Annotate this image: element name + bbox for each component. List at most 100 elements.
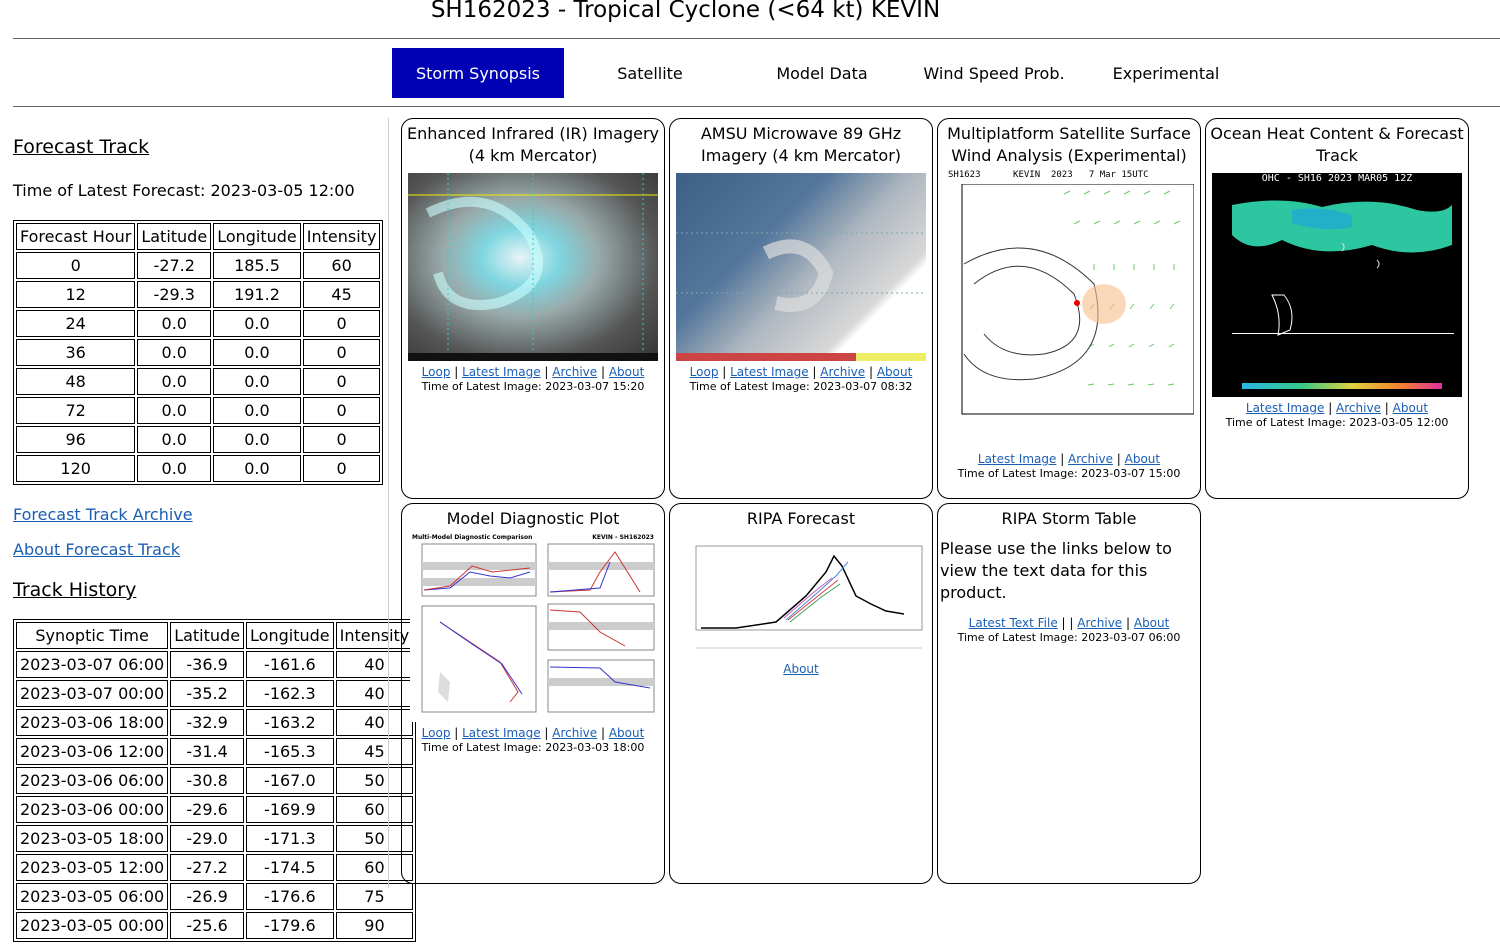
wind-image-header: SH1623 KEVIN 2023 7 Mar 15UTC [948, 170, 1149, 180]
nav-model-data[interactable]: Model Data [736, 48, 908, 98]
table-row: 2023-03-06 00:00 -29.6 -169.9 60 [16, 796, 414, 823]
table-cell: 191.2 [213, 281, 301, 308]
amsu-microwave-panel: AMSU Microwave 89 GHz Imagery (4 km Merc… [669, 118, 933, 499]
nav-storm-synopsis[interactable]: Storm Synopsis [392, 48, 564, 98]
ripa-table-description: Please use the links below to view the t… [940, 539, 1172, 602]
model-diagnostic-image[interactable]: Multi-Model Diagnostic Comparison KEVIN … [410, 534, 656, 722]
amsu-archive-link[interactable]: Archive [820, 365, 865, 379]
table-cell: -176.6 [246, 883, 334, 910]
table-row: 48 0.0 0.0 0 [16, 368, 381, 395]
about-forecast-link[interactable]: About Forecast Track [13, 540, 180, 559]
ohc-about-link[interactable]: About [1393, 401, 1428, 415]
forecast-track-heading: Forecast Track [13, 136, 150, 158]
model-about-link[interactable]: About [609, 726, 644, 740]
ir-links: Loop | Latest Image | Archive | About [421, 365, 645, 379]
model-latest-link[interactable]: Latest Image [462, 726, 540, 740]
table-row: 36 0.0 0.0 0 [16, 339, 381, 366]
table-cell: -25.6 [170, 912, 245, 939]
table-row: 120 0.0 0.0 0 [16, 455, 381, 482]
table-cell: 2023-03-05 06:00 [16, 883, 169, 910]
ohc-latest-link[interactable]: Latest Image [1246, 401, 1324, 415]
amsu-latest-link[interactable]: Latest Image [730, 365, 808, 379]
ocean-heat-content-image[interactable]: OHC - SH16 2023 MAR05 12Z [1212, 173, 1462, 397]
table-cell: 0 [302, 368, 381, 395]
ripa-links: About [670, 662, 932, 676]
surface-wind-image[interactable]: SH1623 KEVIN 2023 7 Mar 15UTC [944, 170, 1194, 448]
page-title: SH162023 - Tropical Cyclone (<64 kt) KEV… [430, 0, 941, 23]
table-cell: 0.0 [137, 310, 212, 337]
nav-experimental[interactable]: Experimental [1080, 48, 1252, 98]
table-cell: 2023-03-07 06:00 [16, 651, 169, 678]
table-cell: 0 [302, 455, 381, 482]
table-cell: 2023-03-05 00:00 [16, 912, 169, 939]
table-row: 2023-03-07 06:00 -36.9 -161.6 40 [16, 651, 414, 678]
table-row: 2023-03-05 18:00 -29.0 -171.3 50 [16, 825, 414, 852]
model-archive-link[interactable]: Archive [552, 726, 597, 740]
table-cell: 0 [16, 252, 136, 279]
model-image-header-left: Multi-Model Diagnostic Comparison [412, 534, 533, 541]
table-cell: 2023-03-06 00:00 [16, 796, 169, 823]
amsu-loop-link[interactable]: Loop [690, 365, 719, 379]
model-diagnostic-panel: Model Diagnostic Plot Multi-Model Diagno… [401, 503, 665, 884]
column-header: Intensity [302, 223, 381, 250]
ir-about-link[interactable]: About [609, 365, 644, 379]
ripa-storm-table-panel: RIPA Storm Table Please use the links be… [937, 503, 1201, 884]
column-header: Longitude [213, 223, 301, 250]
amsu-latest-time: Time of Latest Image: 2023-03-07 08:32 [689, 380, 913, 393]
table-cell: 12 [16, 281, 136, 308]
ir-latest-time: Time of Latest Image: 2023-03-07 15:20 [421, 380, 645, 393]
panel-title: RIPA Forecast [746, 509, 856, 528]
panel-title: Ocean Heat Content & Forecast Track [1210, 124, 1464, 165]
forecast-latest-time: Time of Latest Forecast: 2023-03-05 12:0… [13, 181, 355, 200]
wind-latest-time: Time of Latest Image: 2023-03-07 15:00 [957, 467, 1181, 480]
wind-about-link[interactable]: About [1125, 452, 1160, 466]
ripa-about-link[interactable]: About [783, 662, 818, 676]
ripa-table-about-link[interactable]: About [1134, 616, 1169, 630]
ohc-image-header: OHC - SH16 2023 MAR05 12Z [1261, 173, 1413, 184]
ohc-archive-link[interactable]: Archive [1336, 401, 1381, 415]
table-cell: 0.0 [213, 397, 301, 424]
column-header: Forecast Hour [16, 223, 136, 250]
table-cell: -26.9 [170, 883, 245, 910]
table-cell: -29.6 [170, 796, 245, 823]
nav-satellite[interactable]: Satellite [564, 48, 736, 98]
ohc-latest-time: Time of Latest Image: 2023-03-05 12:00 [1225, 416, 1449, 429]
table-cell: 120 [16, 455, 136, 482]
amsu-microwave-image[interactable] [676, 173, 926, 361]
table-cell: -27.2 [137, 252, 212, 279]
model-links: Loop | Latest Image | Archive | About [421, 726, 645, 740]
table-cell: 2023-03-06 06:00 [16, 767, 169, 794]
model-loop-link[interactable]: Loop [422, 726, 451, 740]
amsu-about-link[interactable]: About [877, 365, 912, 379]
table-cell: 0.0 [137, 426, 212, 453]
table-row: 2023-03-06 12:00 -31.4 -165.3 45 [16, 738, 414, 765]
header-divider [13, 38, 1500, 39]
table-cell: -36.9 [170, 651, 245, 678]
table-cell: 72 [16, 397, 136, 424]
ripa-text-file-link[interactable]: Latest Text File [969, 616, 1058, 630]
nav-wind-speed-prob[interactable]: Wind Speed Prob. [908, 48, 1080, 98]
ir-latest-link[interactable]: Latest Image [462, 365, 540, 379]
table-cell: -35.2 [170, 680, 245, 707]
forecast-table: Forecast Hour Latitude Longitude Intensi… [13, 220, 384, 485]
ir-satellite-image[interactable] [408, 173, 658, 361]
ohc-links: Latest Image | Archive | About [1245, 401, 1429, 415]
table-cell: 0 [302, 339, 381, 366]
table-cell: 0.0 [137, 339, 212, 366]
ir-loop-link[interactable]: Loop [422, 365, 451, 379]
table-row: 2023-03-05 06:00 -26.9 -176.6 75 [16, 883, 414, 910]
forecast-archive-link[interactable]: Forecast Track Archive [13, 505, 193, 524]
table-cell: -29.3 [137, 281, 212, 308]
table-cell: 45 [302, 281, 381, 308]
table-cell: -27.2 [170, 854, 245, 881]
amsu-links: Loop | Latest Image | Archive | About [689, 365, 913, 379]
wind-archive-link[interactable]: Archive [1068, 452, 1113, 466]
left-column: Forecast Track Time of Latest Forecast: … [13, 128, 417, 942]
ir-archive-link[interactable]: Archive [552, 365, 597, 379]
table-cell: 48 [16, 368, 136, 395]
ripa-table-archive-link[interactable]: Archive [1077, 616, 1122, 630]
table-cell: -167.0 [246, 767, 334, 794]
ripa-forecast-image[interactable] [676, 536, 926, 658]
wind-latest-link[interactable]: Latest Image [978, 452, 1056, 466]
table-cell: 60 [302, 252, 381, 279]
